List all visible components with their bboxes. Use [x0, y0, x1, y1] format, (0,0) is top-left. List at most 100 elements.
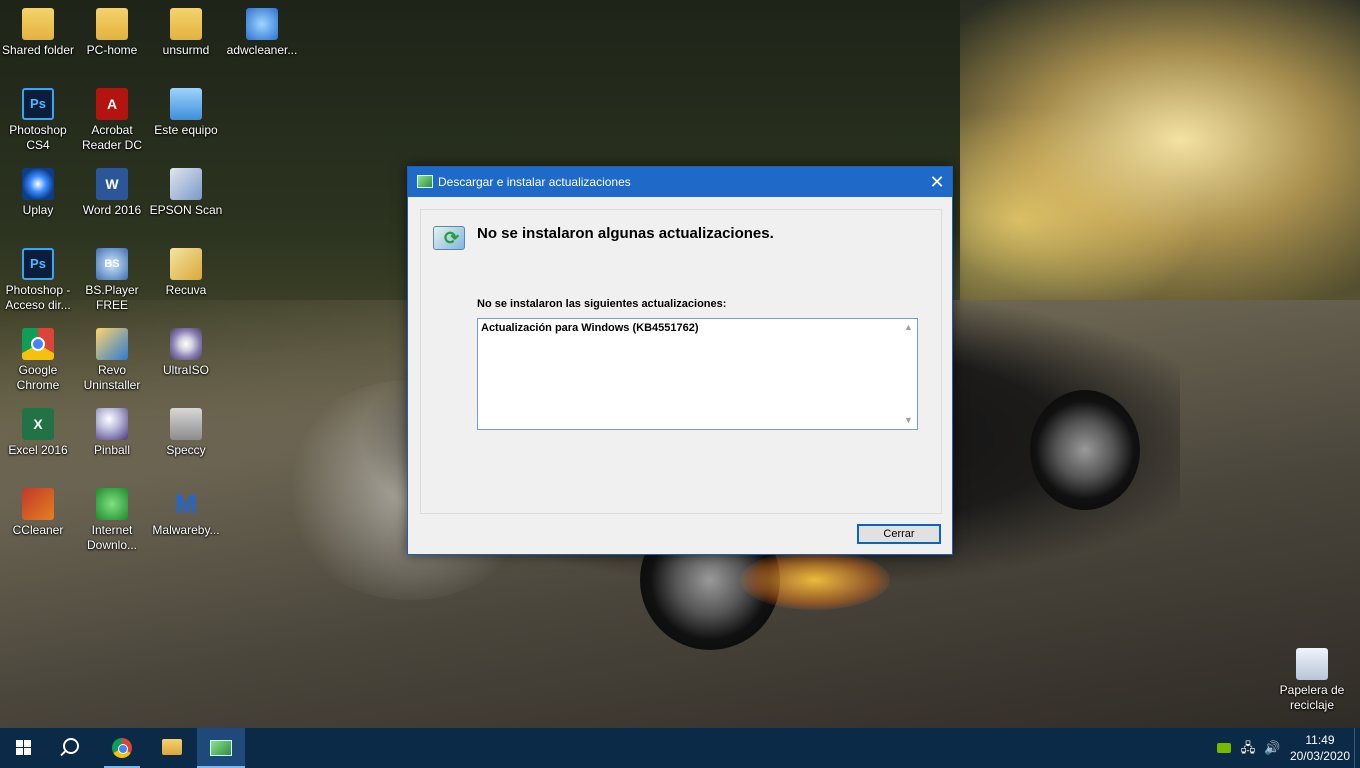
failed-updates-label: No se instalaron las siguientes actualiz… — [477, 298, 727, 310]
list-scrollbar[interactable]: ▲ ▼ — [900, 319, 917, 429]
start-button[interactable] — [0, 728, 48, 768]
desktop-icon-label: Pinball — [93, 443, 131, 457]
desktop-icon-unsurmd[interactable]: unsurmd — [148, 8, 224, 58]
clock-date: 20/03/2020 — [1289, 749, 1350, 763]
desktop-icon-internet-download-manager[interactable]: Internet Downlo... — [74, 488, 150, 553]
pinball-icon — [96, 408, 128, 440]
close-button[interactable]: Cerrar — [857, 524, 941, 544]
desktop-icon-bsplayer[interactable]: BS BS.Player FREE — [74, 248, 150, 313]
wallpaper-rear-wheel — [1030, 390, 1140, 510]
desktop-icon-label: PC-home — [86, 43, 138, 57]
close-icon[interactable]: ✕ — [922, 167, 952, 197]
scroll-down-icon[interactable]: ▼ — [900, 412, 917, 429]
dialog-content-panel: No se instalaron algunas actualizaciones… — [420, 209, 942, 514]
taskbar-chrome[interactable] — [98, 728, 146, 768]
desktop-icon-pinball[interactable]: Pinball — [74, 408, 150, 458]
word-icon: W — [96, 168, 128, 200]
desktop-icon-este-equipo[interactable]: Este equipo — [148, 88, 224, 138]
malwarebytes-icon: M — [175, 489, 197, 519]
desktop-icon-label: adwcleaner... — [226, 43, 298, 57]
desktop-icon-epson-scan[interactable]: EPSON Scan — [148, 168, 224, 218]
windows-logo-icon — [16, 740, 32, 756]
windows-update-icon — [433, 226, 465, 250]
nvidia-icon[interactable] — [1217, 743, 1231, 753]
uplay-icon — [22, 168, 54, 200]
desktop-icon-speccy[interactable]: Speccy — [148, 408, 224, 458]
recycle-bin-icon — [1296, 648, 1328, 680]
taskbar-file-explorer[interactable] — [148, 728, 196, 768]
clock[interactable]: 11:49 20/03/2020 — [1290, 732, 1350, 764]
desktop-icon-recycle-bin[interactable]: Papelera de reciclaje — [1274, 648, 1350, 713]
list-item[interactable]: Actualización para Windows (KB4551762) — [481, 322, 699, 334]
desktop-icon-label: Recuva — [165, 283, 207, 297]
network-icon[interactable]: 🖧 — [1240, 740, 1256, 756]
dialog-title: Descargar e instalar actualizaciones — [438, 175, 631, 189]
desktop-icon-label: Revo Uninstaller — [83, 363, 141, 392]
desktop-icon-label: Photoshop - Acceso dir... — [5, 283, 71, 312]
desktop-icon-revo-uninstaller[interactable]: Revo Uninstaller — [74, 328, 150, 393]
desktop-icon-label: Speccy — [166, 443, 206, 457]
desktop-icon-shared-folder[interactable]: Shared folder — [0, 8, 76, 58]
desktop-icon-label: Google Chrome — [16, 363, 60, 392]
taskbar: 🖧 🔊 11:49 20/03/2020 — [0, 728, 1360, 768]
ccleaner-icon — [22, 488, 54, 520]
desktop-icon-ultraiso[interactable]: UltraISO — [148, 328, 224, 378]
desktop-icon-label: Malwareby... — [152, 523, 220, 537]
desktop-icon-ccleaner[interactable]: CCleaner — [0, 488, 76, 538]
desktop-icon-label: Excel 2016 — [8, 443, 68, 457]
desktop-icon-google-chrome[interactable]: Google Chrome — [0, 328, 76, 393]
search-button[interactable] — [48, 728, 96, 768]
dialog-titlebar[interactable]: Descargar e instalar actualizaciones ✕ — [408, 167, 952, 197]
desktop-icon-photoshop-cs4[interactable]: Ps Photoshop CS4 — [0, 88, 76, 153]
desktop-icon-label: Internet Downlo... — [86, 523, 138, 552]
recuva-icon — [170, 248, 202, 280]
volume-icon[interactable]: 🔊 — [1264, 740, 1280, 756]
desktop-icon-label: BS.Player FREE — [85, 283, 139, 312]
desktop-icon-malwarebytes[interactable]: M Malwareby... — [148, 488, 224, 538]
photoshop-icon: Ps — [22, 88, 54, 120]
windows-update-icon — [417, 175, 433, 188]
desktop-icon-label: EPSON Scan — [149, 203, 223, 217]
system-tray: 🖧 🔊 11:49 20/03/2020 — [1210, 728, 1360, 768]
desktop-icon-recuva[interactable]: Recuva — [148, 248, 224, 298]
computer-icon — [170, 88, 202, 120]
desktop-icon-photoshop-shortcut[interactable]: Ps Photoshop - Acceso dir... — [0, 248, 76, 313]
clock-time: 11:49 — [1305, 733, 1335, 747]
dialog-heading: No se instalaron algunas actualizaciones… — [477, 225, 774, 242]
desktop-icon-uplay[interactable]: Uplay — [0, 168, 76, 218]
desktop-icon-word-2016[interactable]: W Word 2016 — [74, 168, 150, 218]
desktop-icon-label: Papelera de reciclaje — [1279, 683, 1345, 712]
taskbar-windows-update[interactable] — [197, 728, 245, 768]
idm-icon — [96, 488, 128, 520]
revo-icon — [96, 328, 128, 360]
adwcleaner-icon — [246, 8, 278, 40]
desktop-icon-label: unsurmd — [162, 43, 210, 57]
search-icon — [63, 738, 79, 754]
failed-updates-list[interactable]: Actualización para Windows (KB4551762) ▲… — [477, 318, 918, 430]
show-desktop-button[interactable] — [1354, 728, 1360, 768]
desktop-icon-acrobat-reader[interactable]: A Acrobat Reader DC — [74, 88, 150, 153]
scanner-icon — [170, 168, 202, 200]
desktop-icon-pc-home[interactable]: PC-home — [74, 8, 150, 58]
folder-icon — [22, 8, 54, 40]
windows-update-icon — [210, 740, 232, 756]
desktop-icon-excel-2016[interactable]: X Excel 2016 — [0, 408, 76, 458]
desktop-icon-label: Shared folder — [1, 43, 75, 57]
update-dialog: Descargar e instalar actualizaciones ✕ N… — [407, 166, 953, 555]
file-explorer-icon — [162, 739, 182, 755]
photoshop-icon: Ps — [22, 248, 54, 280]
user-folder-icon — [96, 8, 128, 40]
ultraiso-icon — [170, 328, 202, 360]
scroll-up-icon[interactable]: ▲ — [900, 319, 917, 336]
desktop-icon-label: Uplay — [22, 203, 54, 217]
desktop-icon-label: UltraISO — [162, 363, 209, 377]
wallpaper-sparks — [740, 550, 890, 610]
acrobat-icon: A — [96, 88, 128, 120]
desktop-icon-adwcleaner[interactable]: adwcleaner... — [224, 8, 300, 58]
bsplayer-icon: BS — [96, 248, 128, 280]
desktop-icon-label: CCleaner — [12, 523, 64, 537]
chrome-icon — [22, 328, 54, 360]
chrome-icon — [112, 738, 132, 758]
desktop-icon-label: Este equipo — [154, 123, 218, 137]
excel-icon: X — [22, 408, 54, 440]
